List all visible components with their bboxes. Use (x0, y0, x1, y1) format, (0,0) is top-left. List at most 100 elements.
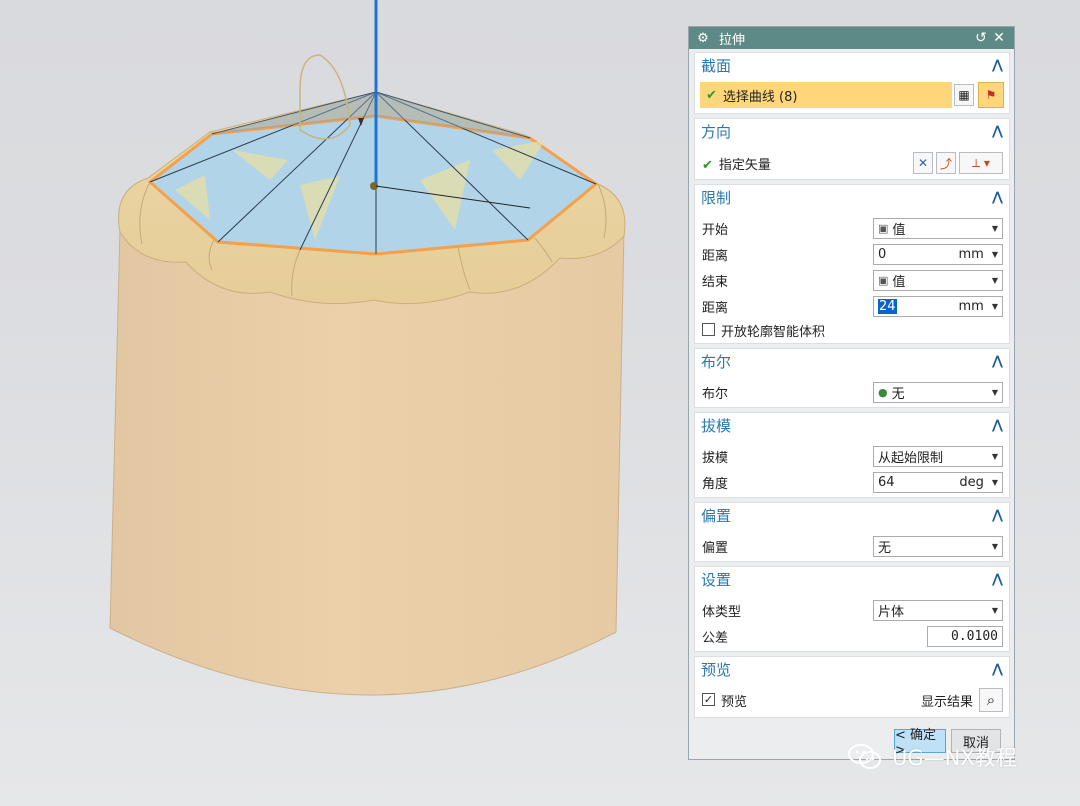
check-icon: ✔ (706, 87, 717, 103)
angle-value: 64 (878, 474, 895, 490)
preview-checkbox[interactable]: ✓ (702, 693, 715, 706)
section-draft: 拔模 ⋀ 拔模 从起始限制 ▼ 角度 64 deg ▼ (694, 412, 1010, 498)
select-curve-row[interactable]: ✔ 选择曲线 (8) (700, 82, 952, 108)
body-type-value: 片体 (878, 604, 905, 620)
unit-label: mm (958, 298, 984, 314)
chevron-up-icon[interactable]: ⋀ (992, 354, 1003, 369)
tolerance-value: 0.0100 (951, 628, 998, 644)
section-header-section[interactable]: 截面 ⋀ (695, 53, 1009, 77)
watermark-text: UG—NX教程 (892, 746, 1017, 770)
section-header-boolean[interactable]: 布尔 ⋀ (695, 349, 1009, 373)
section-settings: 设置 ⋀ 体类型 片体 ▼ 公差 0.0100 (694, 566, 1010, 652)
section-title: 拔模 (701, 416, 732, 435)
section-offset: 偏置 ⋀ 偏置 无 ▼ (694, 502, 1010, 562)
draft-row: 拔模 从起始限制 ▼ (695, 444, 1009, 468)
section-section: 截面 ⋀ ✔ 选择曲线 (8) ▦ ⚑ (694, 52, 1010, 114)
end-distance-label: 距离 (702, 300, 729, 316)
end-select[interactable]: ▣ 值 ▼ (873, 269, 1003, 291)
unit-label: mm (958, 246, 984, 262)
chevron-up-icon[interactable]: ⋀ (992, 662, 1003, 677)
vector-dialog-icon[interactable]: ⤴ (936, 152, 956, 174)
boolean-select[interactable]: ● 无 ▼ (873, 381, 1003, 403)
open-profile-label: 开放轮廓智能体积 (721, 324, 826, 340)
start-distance-input[interactable]: 0 mm ▼ (873, 243, 1003, 265)
chevron-up-icon[interactable]: ⋀ (992, 58, 1003, 73)
draft-value: 从起始限制 (878, 450, 944, 466)
end-row: 结束 ▣ 值 ▼ (695, 268, 1009, 292)
section-header-limits[interactable]: 限制 ⋀ (695, 185, 1009, 209)
offset-select[interactable]: 无 ▼ (873, 535, 1003, 557)
sketch-section-icon[interactable]: ▦ (954, 84, 974, 106)
section-title: 布尔 (701, 352, 732, 371)
open-profile-row: 开放轮廓智能体积 (695, 318, 1009, 342)
section-header-preview[interactable]: 预览 ⋀ (695, 657, 1009, 681)
dialog-title: 拉伸 (719, 32, 746, 48)
section-boolean: 布尔 ⋀ 布尔 ● 无 ▼ (694, 348, 1010, 408)
show-result-label: 显示结果 (921, 694, 974, 710)
section-header-settings[interactable]: 设置 ⋀ (695, 567, 1009, 591)
start-select[interactable]: ▣ 值 ▼ (873, 217, 1003, 239)
angle-label: 角度 (702, 476, 729, 492)
body-type-row: 体类型 片体 ▼ (695, 598, 1009, 622)
select-curve-label: 选择曲线 (8) (722, 89, 798, 105)
body-type-select[interactable]: 片体 ▼ (873, 599, 1003, 621)
cube-icon: ▣ (878, 221, 889, 235)
end-value: 值 (892, 274, 906, 290)
start-value: 值 (892, 222, 906, 238)
magnifier-icon[interactable]: ⌕ (979, 688, 1003, 712)
start-distance-row: 距离 0 mm ▼ (695, 242, 1009, 266)
start-row: 开始 ▣ 值 ▼ (695, 216, 1009, 240)
chevron-up-icon[interactable]: ⋀ (992, 572, 1003, 587)
section-header-draft[interactable]: 拔模 ⋀ (695, 413, 1009, 437)
section-title: 限制 (701, 188, 732, 207)
end-distance-input[interactable]: 24 mm ▼ (873, 295, 1003, 317)
section-header-offset[interactable]: 偏置 ⋀ (695, 503, 1009, 527)
vector-dropdown[interactable]: ⟂ ▾ (959, 152, 1003, 174)
dropdown-arrow-icon: ▼ (991, 249, 998, 259)
close-icon[interactable]: ✕ (990, 30, 1008, 46)
boolean-row: 布尔 ● 无 ▼ (695, 380, 1009, 404)
section-title: 预览 (701, 660, 732, 679)
vector-text: 指定矢量 (718, 157, 771, 173)
boolean-none-icon: ● (878, 385, 888, 399)
dialog-titlebar: ⚙ 拉伸 ↺ ✕ (689, 27, 1014, 49)
section-limits: 限制 ⋀ 开始 ▣ 值 ▼ 距离 0 mm ▼ 结束 ▣ 值 ▼ 距离 24 m… (694, 184, 1010, 344)
tolerance-label: 公差 (702, 630, 729, 646)
section-preview: 预览 ⋀ ✓ 预览 显示结果 ⌕ (694, 656, 1010, 718)
gear-icon: ⚙ (697, 30, 709, 46)
section-title: 方向 (701, 122, 732, 141)
boolean-label: 布尔 (702, 386, 729, 402)
dropdown-arrow-icon: ▼ (991, 301, 998, 311)
section-header-direction[interactable]: 方向 ⋀ (695, 119, 1009, 143)
section-title: 截面 (701, 56, 732, 75)
cube-icon: ▣ (878, 273, 889, 287)
body-type-label: 体类型 (702, 604, 742, 620)
vector-label: ✔ 指定矢量 (702, 154, 771, 173)
reset-icon[interactable]: ↺ (972, 30, 990, 46)
watermark: UG—NX教程 (848, 742, 1017, 772)
end-distance-value: 24 (878, 298, 897, 314)
chevron-up-icon[interactable]: ⋀ (992, 418, 1003, 433)
section-direction: 方向 ⋀ ✔ 指定矢量 ✕ ⤴ ⟂ ▾ (694, 118, 1010, 180)
preview-row: ✓ 预览 显示结果 (695, 688, 1009, 712)
chevron-up-icon[interactable]: ⋀ (992, 124, 1003, 139)
curve-rule-icon[interactable]: ⚑ (978, 82, 1004, 108)
section-title: 设置 (701, 570, 732, 589)
angle-input[interactable]: 64 deg ▼ (873, 471, 1003, 493)
end-label: 结束 (702, 274, 729, 290)
chevron-up-icon[interactable]: ⋀ (992, 508, 1003, 523)
boolean-value: 无 (891, 386, 905, 402)
dropdown-arrow-icon: ▼ (991, 223, 998, 233)
start-label: 开始 (702, 222, 729, 238)
reverse-direction-icon[interactable]: ✕ (913, 152, 933, 174)
dropdown-arrow-icon: ▼ (991, 275, 998, 285)
dropdown-arrow-icon: ▼ (991, 387, 998, 397)
chevron-up-icon[interactable]: ⋀ (992, 190, 1003, 205)
draft-select[interactable]: 从起始限制 ▼ (873, 445, 1003, 467)
offset-row: 偏置 无 ▼ (695, 534, 1009, 558)
tolerance-row: 公差 0.0100 (695, 624, 1009, 648)
unit-label: deg (959, 474, 984, 490)
open-profile-checkbox[interactable] (702, 323, 715, 336)
tolerance-input[interactable]: 0.0100 (927, 625, 1003, 647)
wechat-icon (848, 743, 882, 771)
